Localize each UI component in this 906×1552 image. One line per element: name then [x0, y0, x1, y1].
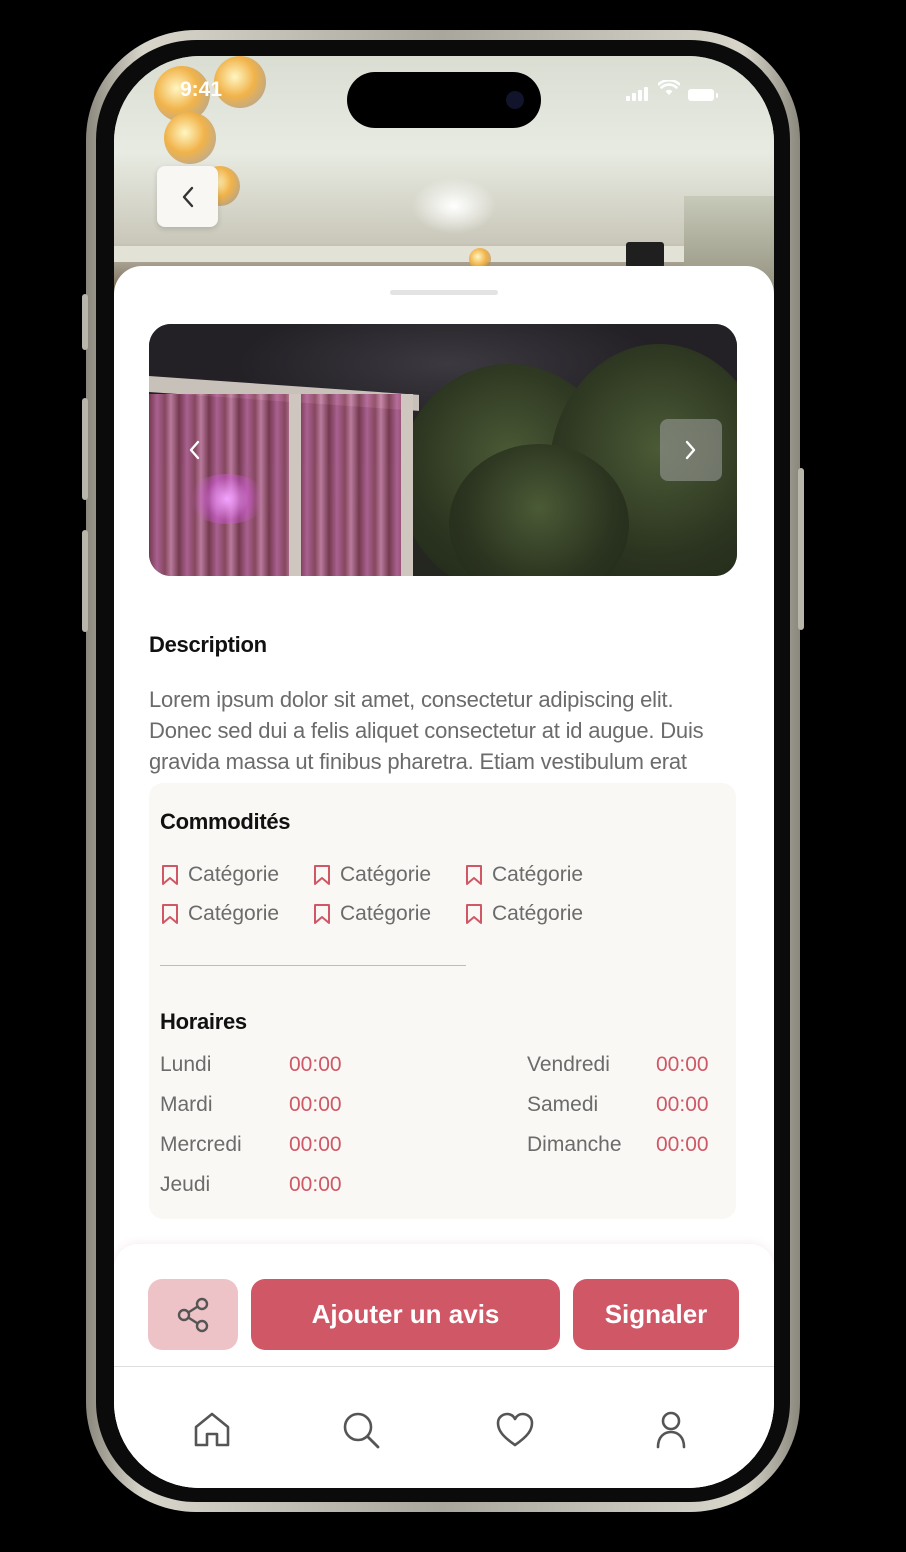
chevron-right-icon: [685, 440, 696, 460]
user-icon: [656, 1411, 686, 1449]
time-value: 00:00: [656, 1053, 709, 1076]
volume-down-button: [82, 530, 88, 632]
day-label: Samedi: [527, 1093, 599, 1116]
time-value: 00:00: [289, 1093, 342, 1116]
amenity-label: Catégorie: [188, 901, 280, 925]
card-divider: [160, 965, 466, 966]
day-label: Mercredi: [160, 1133, 242, 1156]
amenity-label: Catégorie: [340, 901, 432, 925]
action-bar: Ajouter un avis Signaler: [114, 1244, 774, 1366]
hours-title: Horaires: [160, 1009, 247, 1034]
bookmark-icon: [466, 864, 482, 885]
time-value: 00:00: [289, 1173, 342, 1196]
amenities-grid: Catégorie Catégorie Catégorie Catégorie …: [160, 861, 630, 927]
hours-column-right: Vendredi 00:00 Samedi 00:00 Dimanche 00:00: [527, 1045, 709, 1165]
bookmark-icon: [314, 864, 330, 885]
gallery-post: [401, 394, 413, 576]
hours-row: Mardi 00:00: [160, 1085, 342, 1125]
gallery-curtain: [149, 394, 411, 576]
power-button: [798, 468, 804, 630]
detail-sheet: Description Lorem ipsum dolor sit amet, …: [114, 266, 774, 1488]
hero-ceiling-beam: [114, 246, 774, 262]
action-button: [82, 294, 88, 350]
amenity-label: Catégorie: [492, 862, 584, 886]
front-camera: [506, 91, 524, 109]
tab-home[interactable]: [187, 1405, 237, 1455]
amenities-title: Commodités: [160, 809, 291, 834]
day-label: Lundi: [160, 1053, 212, 1076]
wifi-icon: [657, 78, 681, 101]
bookmark-icon: [314, 903, 330, 924]
tab-profile[interactable]: [646, 1405, 696, 1455]
hours-row: Vendredi 00:00: [527, 1045, 709, 1085]
amenity-item: Catégorie: [160, 861, 312, 888]
dynamic-island: [347, 72, 541, 128]
home-icon: [194, 1412, 230, 1447]
amenity-label: Catégorie: [340, 862, 432, 886]
amenity-label: Catégorie: [492, 901, 584, 925]
cellular-signal-icon: [626, 87, 650, 101]
day-label: Dimanche: [527, 1133, 622, 1156]
amenity-label: Catégorie: [188, 862, 280, 886]
amenity-item: Catégorie: [160, 900, 312, 927]
time-value: 00:00: [289, 1053, 342, 1076]
gallery-light: [187, 474, 267, 524]
sheet-grabber[interactable]: [390, 290, 498, 295]
chevron-left-icon: [182, 186, 193, 207]
back-button[interactable]: [157, 166, 218, 227]
hours-row: Dimanche 00:00: [527, 1125, 709, 1165]
hours-row: Mercredi 00:00: [160, 1125, 342, 1165]
amenity-item: Catégorie: [464, 900, 616, 927]
day-label: Jeudi: [160, 1173, 211, 1196]
info-card: Commodités Catégorie Catégorie Catégorie…: [149, 783, 736, 1219]
volume-up-button: [82, 398, 88, 500]
day-label: Mardi: [160, 1093, 213, 1116]
tab-favorites[interactable]: [490, 1405, 540, 1455]
heart-icon: [496, 1412, 534, 1447]
search-icon: [343, 1412, 380, 1449]
time-value: 00:00: [656, 1093, 709, 1116]
amenity-item: Catégorie: [312, 861, 464, 888]
hours-row: Samedi 00:00: [527, 1085, 709, 1125]
bookmark-icon: [162, 864, 178, 885]
status-icons: [626, 78, 718, 101]
description-title: Description: [149, 632, 267, 657]
photo-gallery[interactable]: [149, 324, 737, 576]
share-icon: [177, 1297, 209, 1332]
amenity-item: Catégorie: [464, 861, 616, 888]
description-text: Lorem ipsum dolor sit amet, consectetur …: [149, 687, 704, 774]
hours-row: Jeudi 00:00: [160, 1165, 342, 1205]
bookmark-icon: [162, 903, 178, 924]
hero-speaker: [626, 242, 664, 268]
time-value: 00:00: [656, 1133, 709, 1156]
tab-search[interactable]: [336, 1405, 386, 1455]
add-review-button[interactable]: Ajouter un avis: [251, 1279, 560, 1350]
battery-icon: [688, 89, 718, 101]
share-button[interactable]: [148, 1279, 238, 1350]
day-label: Vendredi: [527, 1053, 610, 1076]
report-button[interactable]: Signaler: [573, 1279, 739, 1350]
gallery-post: [289, 394, 301, 576]
bookmark-icon: [466, 903, 482, 924]
hero-bulb: [164, 112, 216, 164]
gallery-next-button[interactable]: [660, 419, 722, 481]
time-value: 00:00: [289, 1133, 342, 1156]
chevron-left-icon: [189, 440, 200, 460]
amenity-item: Catégorie: [312, 900, 464, 927]
tab-bar: [114, 1366, 774, 1488]
status-time: 9:41: [180, 78, 223, 101]
hours-column-left: Lundi 00:00 Mardi 00:00 Mercredi 00:00 Jeud…: [160, 1045, 342, 1205]
gallery-prev-button[interactable]: [179, 430, 209, 470]
screen: 9:41 Description Lorem ipsum dolor sit a…: [114, 56, 774, 1488]
hours-row: Lundi 00:00: [160, 1045, 342, 1085]
